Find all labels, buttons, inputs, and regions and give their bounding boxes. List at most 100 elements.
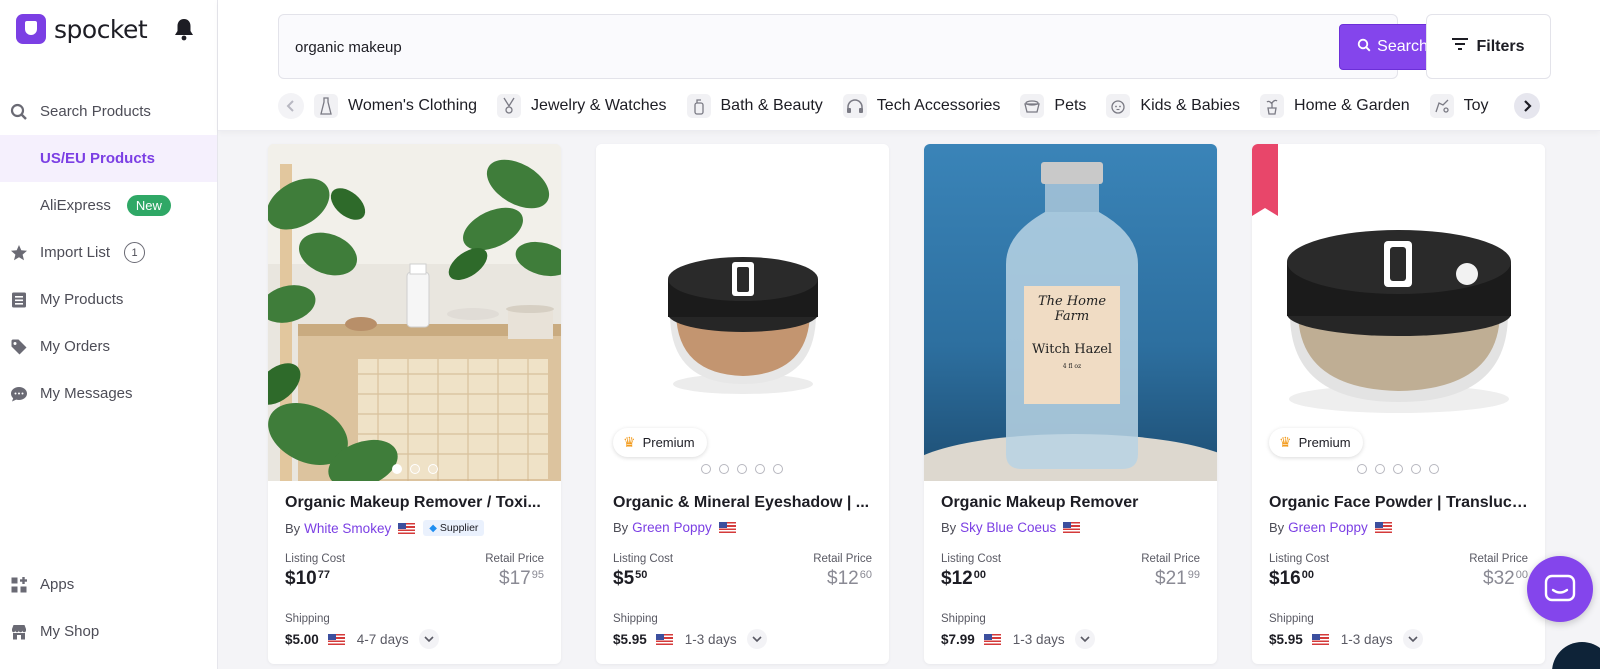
by-label: By — [1269, 520, 1285, 535]
apps-grid-icon — [10, 576, 28, 594]
sidebar-item-my-products[interactable]: My Products — [0, 276, 217, 323]
image-pager — [1357, 464, 1439, 474]
product-title[interactable]: Organic & Mineral Eyeshadow | ... — [613, 494, 875, 512]
sidebar-bottom-nav: Apps My Shop — [0, 561, 217, 655]
logo[interactable]: spocket — [16, 14, 148, 44]
product-image[interactable]: The Home Farm Witch Hazel 4 fl oz — [924, 144, 1217, 481]
sidebar-item-label: Apps — [40, 576, 75, 593]
search-icon — [1357, 38, 1371, 57]
category-label: Tech Accessories — [876, 97, 1001, 114]
crown-icon: ♛ — [1279, 434, 1292, 450]
lotion-icon — [686, 94, 711, 118]
shipping-dropdown-button[interactable] — [746, 629, 767, 649]
chevron-down-icon — [1408, 635, 1418, 642]
product-title[interactable]: Organic Face Powder | Translucent — [1269, 494, 1531, 512]
shipping-dropdown-button[interactable] — [1402, 629, 1423, 649]
bottle-product-name: Witch Hazel — [1031, 342, 1113, 357]
bottle-label: The Home Farm Witch Hazel 4 fl oz — [1024, 294, 1120, 370]
product-title[interactable]: Organic Makeup Remover / Toxi... — [285, 494, 547, 512]
price-cents: 60 — [859, 569, 872, 581]
sidebar-item-label: My Messages — [40, 385, 133, 402]
price-whole: $21 — [1155, 568, 1187, 589]
category-womens-clothing[interactable]: Women's Clothing — [314, 94, 477, 118]
shipping-dropdown-button[interactable] — [1074, 629, 1095, 649]
category-tech-accessories[interactable]: Tech Accessories — [842, 94, 1001, 118]
product-image[interactable]: ♛ Premium — [1252, 144, 1545, 481]
pager-dot[interactable] — [773, 464, 783, 474]
product-image[interactable] — [268, 144, 561, 481]
sidebar-item-label: My Shop — [40, 623, 100, 640]
category-home-garden[interactable]: Home & Garden — [1260, 94, 1410, 118]
product-card[interactable]: ♛ Premium Organic & Mineral Eyeshadow | … — [596, 144, 889, 664]
pager-dot[interactable] — [719, 464, 729, 474]
sidebar-item-apps[interactable]: Apps — [0, 561, 217, 608]
shipping-label: Shipping — [1269, 613, 1314, 625]
sidebar-item-label: Search Products — [40, 103, 151, 120]
us-flag-icon — [398, 522, 416, 534]
retail-price-label: Retail Price — [813, 553, 872, 565]
shipping-days: 1-3 days — [1340, 631, 1393, 647]
us-flag-icon — [1063, 522, 1081, 533]
sidebar-item-us-eu-products[interactable]: US/EU Products — [0, 135, 217, 182]
shipping-line: $5.00 4-7 days — [285, 629, 439, 649]
pager-dot[interactable] — [755, 464, 765, 474]
search-input[interactable] — [295, 33, 1195, 61]
product-card[interactable]: ♛ Premium Organic Face Powder | Transluc… — [1252, 144, 1545, 664]
sidebar-item-my-shop[interactable]: My Shop — [0, 608, 217, 655]
supplier-link[interactable]: Green Poppy — [632, 520, 712, 535]
price-cents: 50 — [635, 569, 648, 581]
sidebar-item-search-products[interactable]: Search Products — [0, 88, 217, 135]
pager-dot[interactable] — [1411, 464, 1421, 474]
filters-button[interactable]: Filters — [1426, 14, 1551, 79]
category-scroll-right-button[interactable] — [1514, 93, 1540, 119]
product-title[interactable]: Organic Makeup Remover — [941, 494, 1203, 512]
supplier-link[interactable]: Sky Blue Coeus — [960, 520, 1056, 535]
supplier-link[interactable]: Green Poppy — [1288, 520, 1368, 535]
category-scroll-left-button[interactable] — [278, 93, 304, 119]
price-cents: 00 — [1301, 569, 1314, 581]
supplier-link[interactable]: White Smokey — [304, 521, 391, 536]
shipping-label: Shipping — [613, 613, 658, 625]
star-icon — [10, 244, 28, 262]
category-jewelry-watches[interactable]: Jewelry & Watches — [497, 94, 667, 118]
sidebar-item-import-list[interactable]: Import List 1 — [0, 229, 217, 276]
shipping-dropdown-button[interactable] — [418, 629, 439, 649]
pager-dot[interactable] — [701, 464, 711, 474]
sidebar-item-my-orders[interactable]: My Orders — [0, 323, 217, 370]
listing-cost-label: Listing Cost — [1269, 553, 1330, 565]
pager-dot[interactable] — [392, 464, 402, 474]
pager-dot[interactable] — [1393, 464, 1403, 474]
pager-dot[interactable] — [1429, 464, 1439, 474]
category-toys[interactable]: Toy — [1429, 94, 1489, 118]
product-card[interactable]: Organic Makeup Remover / Toxi... By Whit… — [268, 144, 561, 664]
product-image[interactable]: ♛ Premium — [596, 144, 889, 481]
sidebar-item-my-messages[interactable]: My Messages — [0, 370, 217, 417]
pager-dot[interactable] — [410, 464, 420, 474]
shipping-price: $5.95 — [613, 631, 647, 647]
import-count-badge: 1 — [124, 242, 146, 263]
us-flag-icon — [655, 633, 673, 645]
pager-dot[interactable] — [737, 464, 747, 474]
diamond-icon: ◆ — [429, 522, 437, 534]
bottle-volume: 4 fl oz — [1062, 363, 1082, 370]
sidebar-item-aliexpress[interactable]: AliExpress New — [0, 182, 217, 229]
pager-dot[interactable] — [1357, 464, 1367, 474]
shipping-line: $5.95 1-3 days — [1269, 629, 1423, 649]
chat-launcher-button[interactable] — [1527, 556, 1593, 622]
shipping-days: 1-3 days — [684, 631, 737, 647]
category-bath-beauty[interactable]: Bath & Beauty — [686, 94, 823, 118]
chat-bubble-icon — [10, 385, 28, 403]
price-cents: 95 — [531, 569, 544, 581]
category-kids-babies[interactable]: Kids & Babies — [1106, 94, 1240, 118]
pager-dot[interactable] — [428, 464, 438, 474]
listing-cost-label: Listing Cost — [285, 553, 346, 565]
help-launcher-button[interactable] — [1552, 642, 1600, 669]
shipping-label: Shipping — [941, 613, 986, 625]
price-whole: $32 — [1483, 568, 1515, 589]
pager-dot[interactable] — [1375, 464, 1385, 474]
bell-icon[interactable] — [173, 17, 195, 41]
product-card[interactable]: The Home Farm Witch Hazel 4 fl oz Organi… — [924, 144, 1217, 664]
by-label: By — [613, 520, 629, 535]
chat-icon — [1544, 574, 1576, 602]
category-pets[interactable]: Pets — [1020, 94, 1086, 118]
